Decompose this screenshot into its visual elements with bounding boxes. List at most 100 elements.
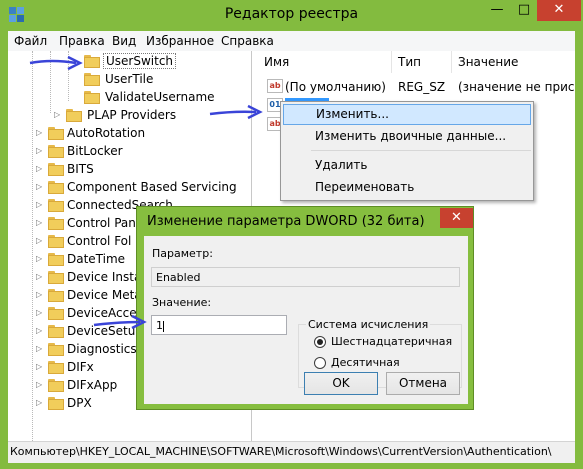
expand-arrow-icon[interactable]: ▷	[36, 308, 42, 317]
text-cursor	[163, 320, 164, 332]
value-data-text: 1	[156, 319, 163, 332]
tree-item-bits[interactable]: ▷ BITS	[8, 161, 251, 179]
ok-button[interactable]: OK	[304, 372, 378, 395]
expand-arrow-icon[interactable]: ▷	[36, 272, 42, 281]
value-data: (значение не присвое	[458, 80, 575, 94]
title-bar[interactable]: Редактор реестра — □ ✕	[0, 0, 583, 30]
column-header-name[interactable]: Имя	[264, 51, 289, 73]
folder-icon	[48, 199, 64, 212]
folder-icon	[48, 253, 64, 266]
menu-help[interactable]: Справка	[221, 34, 274, 48]
radio-hexadecimal[interactable]	[314, 336, 326, 348]
folder-icon	[48, 379, 64, 392]
folder-icon	[48, 163, 64, 176]
expand-arrow-icon[interactable]: ▷	[36, 290, 42, 299]
expand-arrow-icon[interactable]: ▷	[36, 218, 42, 227]
edit-dword-dialog: Изменение параметра DWORD (32 бита) ✕ Па…	[136, 206, 474, 410]
expand-arrow-icon[interactable]: ▷	[36, 164, 42, 173]
folder-icon	[48, 361, 64, 374]
expand-arrow-icon[interactable]: ▷	[36, 200, 42, 209]
tree-item-label: UserSwitch	[103, 53, 177, 69]
context-menu-rename[interactable]: Переименовать	[283, 177, 531, 198]
folder-icon	[48, 397, 64, 410]
tree-item-label: Device Instal	[67, 270, 145, 284]
folder-icon	[48, 235, 64, 248]
menu-file[interactable]: Файл	[14, 34, 47, 48]
maximize-button[interactable]: □	[511, 0, 537, 21]
expand-arrow-icon[interactable]: ▷	[36, 380, 42, 389]
parameter-name-field: Enabled	[151, 267, 460, 287]
context-menu-delete[interactable]: Удалить	[283, 155, 531, 176]
expand-arrow-icon[interactable]: ▷	[36, 326, 42, 335]
dialog-body: Параметр: Enabled Значение: 1 Система ис…	[144, 236, 468, 404]
folder-icon	[84, 91, 100, 104]
folder-icon	[84, 55, 100, 68]
folder-icon	[48, 127, 64, 140]
tree-item-label: AutoRotation	[67, 126, 146, 140]
minimize-button[interactable]: —	[484, 0, 510, 21]
context-menu-modify[interactable]: Изменить...	[283, 104, 531, 125]
value-data-input[interactable]: 1	[151, 315, 287, 335]
expand-arrow-icon[interactable]: ▷	[36, 398, 42, 407]
tree-item-label: Device Meta	[67, 288, 142, 302]
folder-icon	[48, 307, 64, 320]
annotation-arrow	[209, 104, 263, 120]
folder-icon	[48, 325, 64, 338]
radix-legend: Система исчисления	[306, 318, 431, 331]
expand-arrow-icon[interactable]: ▷	[36, 362, 42, 371]
context-menu: Изменить... Изменить двоичные данные... …	[280, 101, 534, 201]
radio-decimal-label: Десятичная	[331, 356, 400, 369]
expand-arrow-icon[interactable]: ▷	[36, 344, 42, 353]
parameter-label: Параметр:	[152, 247, 213, 260]
folder-icon	[48, 289, 64, 302]
tree-item-component-based-servicing[interactable]: ▷ Component Based Servicing	[8, 179, 251, 197]
tree-item-label: UserTile	[105, 72, 154, 86]
menu-favorites[interactable]: Избранное	[146, 34, 214, 48]
tree-item-label: Control Fol	[67, 234, 132, 248]
annotation-arrow	[93, 314, 147, 330]
radio-hexadecimal-label: Шестнадцатеричная	[331, 335, 453, 348]
tree-item-label: DateTime	[67, 252, 126, 266]
tree-item-label: BitLocker	[67, 144, 123, 158]
tree-item-autorotation[interactable]: ▷ AutoRotation	[8, 125, 251, 143]
expand-arrow-icon[interactable]: ▷	[36, 146, 42, 155]
cancel-button[interactable]: Отмена	[386, 372, 460, 395]
annotation-arrow	[29, 55, 83, 71]
folder-icon	[48, 181, 64, 194]
menu-bar: Файл Правка Вид Избранное Справка	[8, 31, 575, 51]
value-name: (По умолчанию)	[285, 80, 386, 94]
value-label: Значение:	[152, 296, 212, 309]
tree-item-bitlocker[interactable]: ▷ BitLocker	[8, 143, 251, 161]
expand-arrow-icon[interactable]: ▷	[36, 254, 42, 263]
radio-decimal[interactable]	[314, 357, 326, 369]
close-button[interactable]: ✕	[537, 0, 581, 21]
column-header-data[interactable]: Значение	[458, 51, 518, 73]
expand-arrow-icon[interactable]: ▷	[36, 128, 42, 137]
context-menu-separator	[311, 150, 531, 151]
registry-editor-window: Редактор реестра — □ ✕ Файл Правка Вид И…	[0, 0, 583, 469]
dialog-close-button[interactable]: ✕	[440, 208, 473, 228]
tree-item-usertile[interactable]: UserTile	[8, 71, 251, 89]
tree-item-label: Component Based Servicing	[67, 180, 237, 194]
tree-item-label: PLAP Providers	[87, 108, 177, 122]
tree-item-label: DPX	[67, 396, 92, 410]
column-separator[interactable]	[391, 51, 392, 73]
context-menu-modify-binary[interactable]: Изменить двоичные данные...	[283, 126, 531, 147]
folder-icon	[66, 109, 82, 122]
tree-item-label: DIFxApp	[67, 378, 118, 392]
dialog-title: Изменение параметра DWORD (32 бита)	[147, 214, 425, 229]
expand-arrow-icon[interactable]: ▷	[54, 110, 60, 119]
folder-icon	[48, 271, 64, 284]
folder-icon	[48, 343, 64, 356]
tree-item-label: ValidateUsername	[105, 90, 215, 104]
column-separator[interactable]	[451, 51, 452, 73]
tree-item-label: Control Pane	[67, 216, 144, 230]
menu-edit[interactable]: Правка	[59, 34, 105, 48]
menu-view[interactable]: Вид	[112, 34, 136, 48]
expand-arrow-icon[interactable]: ▷	[36, 182, 42, 191]
tree-item-label: Diagnostics	[67, 342, 137, 356]
expand-arrow-icon[interactable]: ▷	[36, 236, 42, 245]
folder-icon	[84, 73, 100, 86]
column-header-type[interactable]: Тип	[398, 51, 421, 73]
value-row-default[interactable]: ab (По умолчанию) REG_SZ (значение не пр…	[258, 78, 575, 97]
